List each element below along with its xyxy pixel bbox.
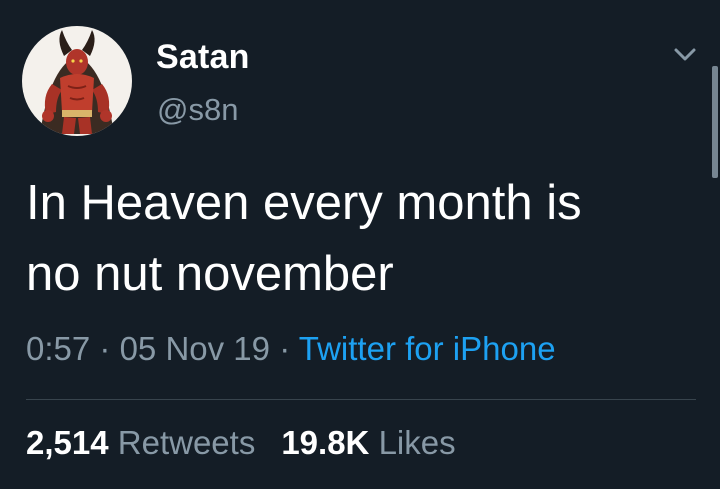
separator: · bbox=[99, 330, 111, 367]
likes-label: Likes bbox=[378, 424, 456, 461]
tweet-time[interactable]: 0:57 bbox=[26, 330, 90, 367]
tweet-stats: 2,514 Retweets 19.8K Likes bbox=[26, 424, 456, 462]
devil-avatar-icon bbox=[40, 30, 114, 134]
tweet-meta: 0:57 · 05 Nov 19 · Twitter for iPhone bbox=[26, 330, 556, 368]
retweets-count: 2,514 bbox=[26, 424, 109, 461]
retweets-label: Retweets bbox=[117, 424, 256, 461]
tweet-source-link[interactable]: Twitter for iPhone bbox=[299, 330, 556, 367]
tweet-text-line: no nut november bbox=[26, 247, 394, 301]
divider bbox=[26, 399, 696, 400]
retweets-stat[interactable]: 2,514 Retweets bbox=[26, 424, 255, 461]
avatar[interactable] bbox=[22, 26, 132, 136]
scrollbar[interactable] bbox=[712, 66, 718, 178]
chevron-down-icon[interactable] bbox=[672, 44, 698, 66]
user-handle[interactable]: @s8n bbox=[157, 92, 238, 128]
tweet-date[interactable]: 05 Nov 19 bbox=[120, 330, 270, 367]
tweet-text-line: In Heaven every month is bbox=[26, 176, 582, 230]
tweet-card: Satan @s8n In Heaven every month is no n… bbox=[0, 0, 720, 489]
display-name[interactable]: Satan bbox=[156, 38, 250, 77]
likes-count: 19.8K bbox=[281, 424, 370, 461]
separator: · bbox=[279, 330, 291, 367]
tweet-text: In Heaven every month is no nut november bbox=[26, 168, 696, 310]
likes-stat[interactable]: 19.8K Likes bbox=[281, 424, 455, 461]
